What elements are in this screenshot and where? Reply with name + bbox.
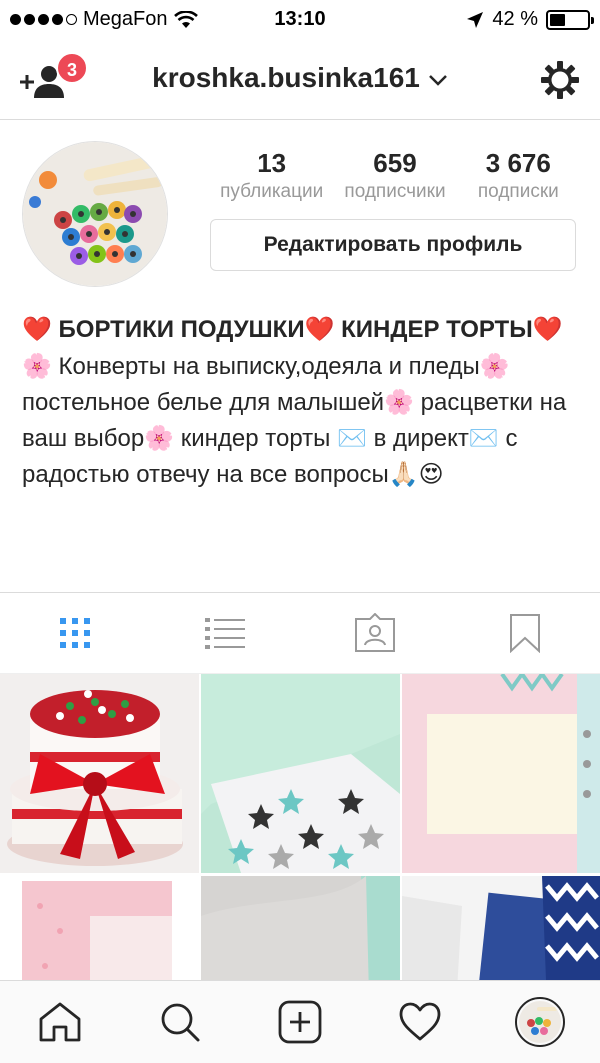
nav-search[interactable]: [120, 981, 240, 1063]
kinder-cake-image: [0, 674, 199, 873]
bookmark-icon: [510, 614, 540, 653]
bottom-navigation: [0, 980, 600, 1063]
home-icon: [39, 1002, 81, 1042]
nav-activity[interactable]: [360, 981, 480, 1063]
profile-header: 3 kroshka.businka161: [0, 40, 600, 120]
battery-percent: 42 %: [492, 8, 538, 30]
status-bar: MegaFon 13:10 42 %: [0, 0, 600, 40]
following-count[interactable]: 3 676 подписки: [457, 148, 580, 203]
thread-spools-image: [23, 142, 167, 286]
chevron-down-icon: [428, 74, 447, 86]
profile-view-tabs: [0, 592, 600, 674]
stat-value: 13: [257, 148, 287, 178]
stat-label: публикации: [220, 181, 324, 202]
list-icon: [205, 618, 245, 649]
thread-spools-thumb: [519, 1001, 561, 1043]
username: kroshka.businka161: [152, 62, 420, 93]
stat-value: 3 676: [485, 148, 551, 178]
stat-value: 659: [373, 148, 417, 178]
tab-tagged[interactable]: [300, 593, 450, 673]
heart-icon: [399, 1002, 441, 1041]
profile-avatar[interactable]: [22, 141, 168, 287]
tagged-icon: [355, 613, 395, 652]
minky-blanket-image: [201, 674, 400, 873]
tab-grid[interactable]: [0, 593, 150, 673]
add-post-icon: [278, 1000, 322, 1044]
nav-profile[interactable]: [480, 981, 600, 1063]
username-switcher[interactable]: kroshka.businka161: [0, 62, 600, 94]
bio-text: 🌸 Конверты на выписку,одеяла и пледы🌸 по…: [22, 353, 567, 488]
post-thumbnail[interactable]: [201, 674, 400, 873]
stat-label: подписчики: [344, 181, 446, 202]
posts-count[interactable]: 13 публикации: [210, 148, 333, 203]
gear-icon[interactable]: [540, 60, 580, 100]
crib-bumpers-image: [402, 674, 600, 873]
search-icon: [161, 1003, 200, 1042]
profile-avatar-small: [515, 997, 565, 1047]
profile-stats: 13 публикации 659 подписчики 3 676 подпи…: [210, 148, 580, 203]
nav-home[interactable]: [0, 981, 120, 1063]
bio-title: ❤️ БОРТИКИ ПОДУШКИ❤️ КИНДЕР ТОРТЫ❤️: [22, 316, 563, 343]
nav-add-post[interactable]: [240, 981, 360, 1063]
battery-icon: [546, 9, 594, 30]
profile-bio: ❤️ БОРТИКИ ПОДУШКИ❤️ КИНДЕР ТОРТЫ❤️ 🌸 Ко…: [22, 312, 582, 493]
stat-label: подписки: [477, 181, 559, 202]
post-thumbnail[interactable]: [402, 674, 600, 873]
edit-profile-button[interactable]: Редактировать профиль: [210, 219, 576, 271]
grid-icon: [60, 618, 90, 648]
tab-saved[interactable]: [450, 593, 600, 673]
post-thumbnail[interactable]: [0, 674, 199, 873]
followers-count[interactable]: 659 подписчики: [333, 148, 456, 203]
tab-list[interactable]: [150, 593, 300, 673]
location-arrow-icon: [467, 11, 484, 28]
